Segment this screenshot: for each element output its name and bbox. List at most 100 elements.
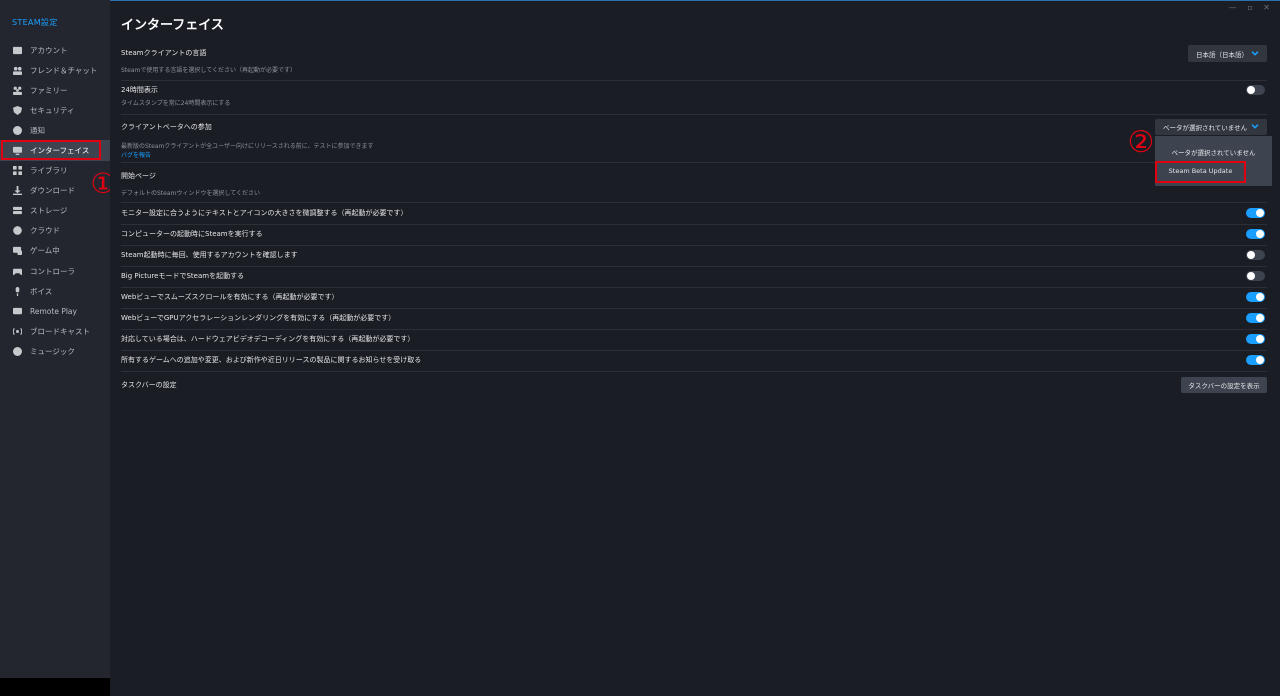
toggle-setting-row: モニター設定に合うようにテキストとアイコンの大きさを微調整する（再起動が必要です… — [121, 208, 1267, 218]
sidebar-item-label: コントローラ — [30, 266, 75, 276]
toggle-setting-label: モニター設定に合うようにテキストとアイコンの大きさを微調整する（再起動が必要です… — [121, 209, 408, 217]
main-panel: — ▫ ✕ インターフェイス Steamクライアントの言語 Steamで使用する… — [110, 0, 1280, 696]
start-page-desc: デフォルトのSteamウィンドウを選択してください — [121, 190, 261, 197]
beta-label: クライアントベータへの参加 — [121, 123, 212, 131]
toggle-setting-row: 所有するゲームへの追加や変更、および新作や近日リリースの製品に関するお知らせを受… — [121, 355, 1267, 365]
sidebar-nav: アカウントフレンド＆チャット ファミリーセキュリティ通知インターフェイスライブラリ… — [0, 40, 110, 362]
setting-toggle[interactable] — [1246, 313, 1265, 323]
sidebar-item-label: クラウド — [30, 226, 60, 236]
divider — [121, 224, 1267, 225]
report-bug-link[interactable]: バグを報告 — [121, 150, 1267, 159]
beta-dropdown-value: ベータが選択されていません — [1163, 124, 1248, 132]
beta-dropdown[interactable]: ベータが選択されていません — [1155, 119, 1267, 135]
chevron-down-icon — [1251, 50, 1259, 56]
sidebar-item-8[interactable]: ストレージ — [0, 201, 110, 221]
setting-toggle[interactable] — [1246, 292, 1265, 302]
divider — [121, 114, 1267, 115]
divider — [121, 162, 1267, 163]
cloud-icon — [12, 226, 22, 236]
toggle-setting-row: Big PictureモードでSteamを起動する — [121, 271, 1267, 281]
sidebar-item-label: アカウント — [30, 45, 68, 55]
highlight-box — [1155, 161, 1246, 183]
sidebar-item-label: ゲーム中 — [30, 246, 60, 256]
sidebar-item-label: 通知 — [30, 125, 45, 135]
taskbar-label: タスクバーの設定 — [121, 381, 177, 389]
page-title: インターフェイス — [121, 18, 224, 33]
sidebar-item-label: ストレージ — [30, 206, 68, 216]
sidebar-item-label: ボイス — [30, 286, 53, 296]
sidebar-item-15[interactable]: ミュージック — [0, 341, 110, 361]
toggle-setting-row: 対応している場合は、ハードウェアビデオデコーディングを有効にする（再起動が必要で… — [121, 334, 1267, 344]
clock24-toggle[interactable] — [1246, 85, 1265, 95]
divider — [121, 371, 1267, 372]
divider — [121, 287, 1267, 288]
family-icon — [12, 85, 22, 95]
sidebar-item-2[interactable]: ファミリー — [0, 80, 110, 100]
divider — [121, 308, 1267, 309]
sidebar-title: STEAM設定 — [12, 18, 58, 27]
music-icon — [12, 346, 22, 356]
sidebar-item-11[interactable]: コントローラ — [0, 261, 110, 281]
setting-toggle[interactable] — [1246, 208, 1265, 218]
sidebar-item-label: Remote Play — [30, 306, 77, 316]
sidebar-item-13[interactable]: Remote Play — [0, 301, 110, 321]
sidebar-item-label: ライブラリ — [30, 166, 68, 176]
setting-toggle[interactable] — [1246, 355, 1265, 365]
clock24-desc: タイムスタンプを常に24時間表示にする — [121, 100, 231, 107]
sidebar-item-4[interactable]: 通知 — [0, 120, 110, 140]
sidebar-item-10[interactable]: ゲーム中 — [0, 241, 110, 261]
language-desc: Steamで使用する言語を選択してください（再起動が必要です） — [121, 67, 297, 74]
divider — [121, 202, 1267, 203]
sidebar-item-5[interactable]: インターフェイス — [0, 140, 110, 161]
setting-toggle[interactable] — [1246, 250, 1265, 260]
annotation-circle-2: ② — [1127, 125, 1155, 160]
toggle-setting-label: WebビューでGPUアクセラレーションレンダリングを有効にする（再起動が必要です… — [121, 314, 396, 322]
toggle-setting-row: Steam起動時に毎回、使用するアカウントを確認します — [121, 250, 1267, 260]
beta-dropdown-menu: ベータが選択されていません Steam Beta Update — [1155, 136, 1272, 186]
divider — [121, 350, 1267, 351]
clock24-label: 24時間表示 — [121, 86, 158, 94]
language-dropdown-value: 日本語（日本語） — [1196, 50, 1248, 59]
language-row: Steamクライアントの言語 Steamで使用する言語を選択してください（再起動… — [121, 48, 1267, 74]
setting-toggle[interactable] — [1246, 334, 1265, 344]
library-grid-icon — [12, 166, 22, 176]
toggle-setting-label: Big PictureモードでSteamを起動する — [121, 272, 245, 280]
broadcast-icon — [12, 326, 22, 336]
taskbar-settings-button[interactable]: タスクバーの設定を表示 — [1181, 377, 1267, 393]
sidebar-item-label: フレンド＆チャット — [30, 65, 98, 75]
sidebar-item-14[interactable]: ブロードキャスト — [0, 321, 110, 341]
highlight-box — [1, 140, 101, 161]
sidebar-item-label: ダウンロード — [30, 186, 75, 196]
sidebar-item-3[interactable]: セキュリティ — [0, 100, 110, 120]
top-accent-line — [110, 0, 1280, 1]
beta-option-none[interactable]: ベータが選択されていません — [1155, 147, 1272, 157]
sidebar-item-1[interactable]: フレンド＆チャット — [0, 60, 110, 80]
sidebar-item-0[interactable]: アカウント — [0, 40, 110, 60]
toggle-setting-label: 所有するゲームへの追加や変更、および新作や近日リリースの製品に関するお知らせを受… — [121, 356, 422, 364]
beta-desc: 最新版のSteamクライアントが全ユーザー向けにリリースされる前に、テストに参加… — [121, 143, 374, 150]
toggle-setting-label: Steam起動時に毎回、使用するアカウントを確認します — [121, 251, 298, 259]
setting-toggle[interactable] — [1246, 271, 1265, 281]
language-dropdown[interactable]: 日本語（日本語） — [1188, 45, 1267, 62]
toggle-setting-label: Webビューでスムーズスクロールを有効にする（再起動が必要です） — [121, 293, 339, 301]
divider — [121, 80, 1267, 81]
toggle-setting-row: Webビューでスムーズスクロールを有効にする（再起動が必要です） — [121, 292, 1267, 302]
toggle-setting-row: コンピューターの起動時にSteamを実行する — [121, 229, 1267, 239]
setting-toggle[interactable] — [1246, 229, 1265, 239]
sidebar-item-12[interactable]: ボイス — [0, 281, 110, 301]
language-label: Steamクライアントの言語 — [121, 49, 207, 57]
friends-icon — [12, 65, 22, 75]
sidebar-item-label: ブロードキャスト — [30, 326, 90, 336]
sidebar-footer — [0, 678, 110, 696]
download-icon — [12, 186, 22, 196]
chevron-down-icon — [1251, 124, 1259, 129]
divider — [121, 266, 1267, 267]
toggle-setting-row: WebビューでGPUアクセラレーションレンダリングを有効にする（再起動が必要です… — [121, 313, 1267, 323]
start-page-row: 開始ページ デフォルトのSteamウィンドウを選択してください — [121, 171, 1267, 197]
window-controls[interactable]: — ▫ ✕ — [1229, 3, 1274, 12]
account-card-icon — [12, 45, 22, 55]
divider — [121, 245, 1267, 246]
shield-icon — [12, 105, 22, 115]
sidebar-item-9[interactable]: クラウド — [0, 221, 110, 241]
sidebar-item-label: ファミリー — [30, 85, 68, 95]
